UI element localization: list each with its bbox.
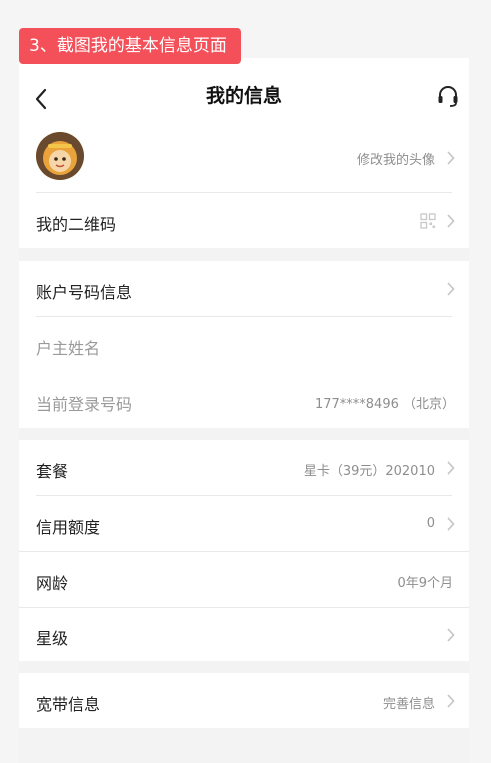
chevron-right-icon bbox=[447, 461, 455, 475]
broadband-action: 完善信息 bbox=[382, 697, 435, 712]
page-title: 我的信息 bbox=[205, 85, 282, 107]
chevron-right-icon bbox=[447, 151, 455, 165]
qrcode-row[interactable]: 我的二维码 bbox=[19, 193, 469, 248]
login-number-row: 当前登录号码 177****8496 （北京） bbox=[19, 372, 469, 428]
network-age-value: 0年9个月 bbox=[397, 576, 453, 591]
plan-card: 套餐 星卡（39元）202010 信用额度 0 网龄 0年9个月 星级 bbox=[19, 440, 469, 661]
chevron-right-icon bbox=[447, 214, 455, 228]
account-section-label: 账户号码信息 bbox=[36, 283, 133, 302]
credit-row[interactable]: 信用额度 0 bbox=[19, 496, 469, 551]
qrcode-icon bbox=[420, 213, 436, 229]
owner-name-row: 户主姓名 bbox=[19, 317, 469, 372]
chevron-right-icon bbox=[447, 517, 455, 531]
broadband-label: 宽带信息 bbox=[36, 695, 101, 714]
broadband-card: 宽带信息 完善信息 bbox=[19, 673, 469, 728]
package-label: 套餐 bbox=[36, 462, 69, 481]
broadband-row[interactable]: 宽带信息 完善信息 bbox=[19, 673, 469, 728]
avatar-action: 修改我的头像 bbox=[356, 153, 435, 168]
account-section-row[interactable]: 账户号码信息 bbox=[19, 261, 469, 316]
profile-card: 修改我的头像 我的二维码 bbox=[19, 126, 469, 248]
avatar-row[interactable]: 修改我的头像 bbox=[19, 126, 469, 190]
avatar bbox=[36, 132, 84, 180]
package-row[interactable]: 套餐 星卡（39元）202010 bbox=[19, 440, 469, 495]
package-value: 星卡（39元）202010 bbox=[303, 464, 435, 479]
chevron-right-icon bbox=[447, 282, 455, 296]
qrcode-label: 我的二维码 bbox=[36, 215, 117, 234]
account-card: 账户号码信息 户主姓名 当前登录号码 177****8496 （北京） bbox=[19, 261, 469, 428]
credit-value: 0 bbox=[426, 516, 435, 531]
credit-label: 信用额度 bbox=[36, 518, 101, 537]
step-tag: 3、截图我的基本信息页面 bbox=[19, 28, 241, 64]
chevron-right-icon bbox=[447, 628, 455, 642]
owner-name-label: 户主姓名 bbox=[36, 339, 101, 358]
chevron-right-icon bbox=[447, 694, 455, 708]
star-level-label: 星级 bbox=[36, 629, 69, 648]
nav-header: 我的信息 bbox=[19, 58, 469, 126]
headset-icon[interactable] bbox=[437, 85, 459, 109]
network-age-row: 网龄 0年9个月 bbox=[19, 552, 469, 607]
login-number-value: 177****8496 （北京） bbox=[314, 397, 455, 412]
my-info-screen: 我的信息 修改我的头像 我的二维码 账户号码信息 户主姓名 当前登录号码 177… bbox=[19, 58, 469, 763]
star-level-row[interactable]: 星级 bbox=[19, 608, 469, 661]
login-number-label: 当前登录号码 bbox=[36, 395, 133, 414]
network-age-label: 网龄 bbox=[36, 574, 69, 593]
